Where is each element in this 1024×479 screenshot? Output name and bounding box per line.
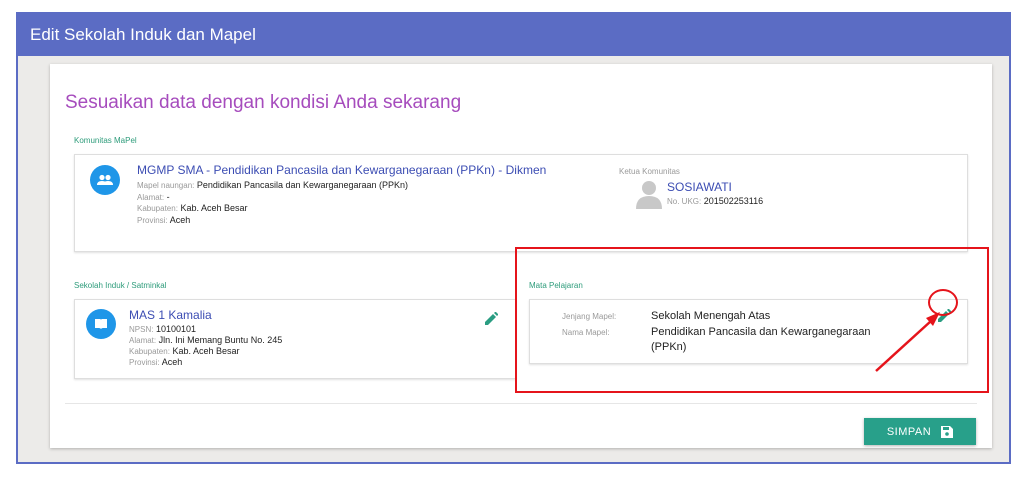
komunitas-section-label: Komunitas MaPel [74,136,137,145]
save-button-label: SIMPAN [886,425,932,438]
sekolah-card: MAS 1 Kamalia NPSN: 10100101 Alamat: Jln… [74,299,516,379]
group-icon [90,165,120,195]
komunitas-name-link[interactable]: MGMP SMA - Pendidikan Pancasila dan Kewa… [137,163,546,177]
komunitas-mapel-row: Mapel naungan: Pendidikan Pancasila dan … [137,180,409,190]
komunitas-card: MGMP SMA - Pendidikan Pancasila dan Kewa… [74,154,968,252]
app-window: Edit Sekolah Induk dan Mapel Sesuaikan d… [16,12,1011,464]
sekolah-kabupaten-row: Kabupaten: Kab. Aceh Besar [129,346,240,356]
highlight-circle [928,289,958,316]
pencil-icon [485,311,499,325]
page-headline: Sesuaikan data dengan kondisi Anda sekar… [65,92,462,113]
edit-sekolah-button[interactable] [484,311,502,330]
window-title: Edit Sekolah Induk dan Mapel [18,14,1009,56]
sekolah-provinsi-row: Provinsi: Aceh [129,357,183,367]
avatar [636,179,662,209]
ketua-label: Ketua Komunitas [619,167,680,176]
save-button[interactable]: SIMPAN [864,418,976,445]
footer-divider [65,403,977,404]
komunitas-provinsi-row: Provinsi: Aceh [137,215,191,225]
ketua-name-link[interactable]: SOSIAWATI [667,180,732,194]
sekolah-npsn-row: NPSN: 10100101 [129,324,197,334]
floppy-disk-icon [941,425,954,438]
komunitas-alamat-row: Alamat: - [137,192,170,202]
sekolah-section-label: Sekolah Induk / Satminkal [74,281,167,290]
highlight-box [515,247,989,393]
sekolah-alamat-row: Alamat: Jln. Ini Memang Buntu No. 245 [129,335,283,345]
komunitas-kabupaten-row: Kabupaten: Kab. Aceh Besar [137,203,248,213]
sekolah-name-link[interactable]: MAS 1 Kamalia [129,308,212,322]
book-icon [86,309,116,339]
ketua-ukg-row: No. UKG: 201502253116 [667,196,764,206]
